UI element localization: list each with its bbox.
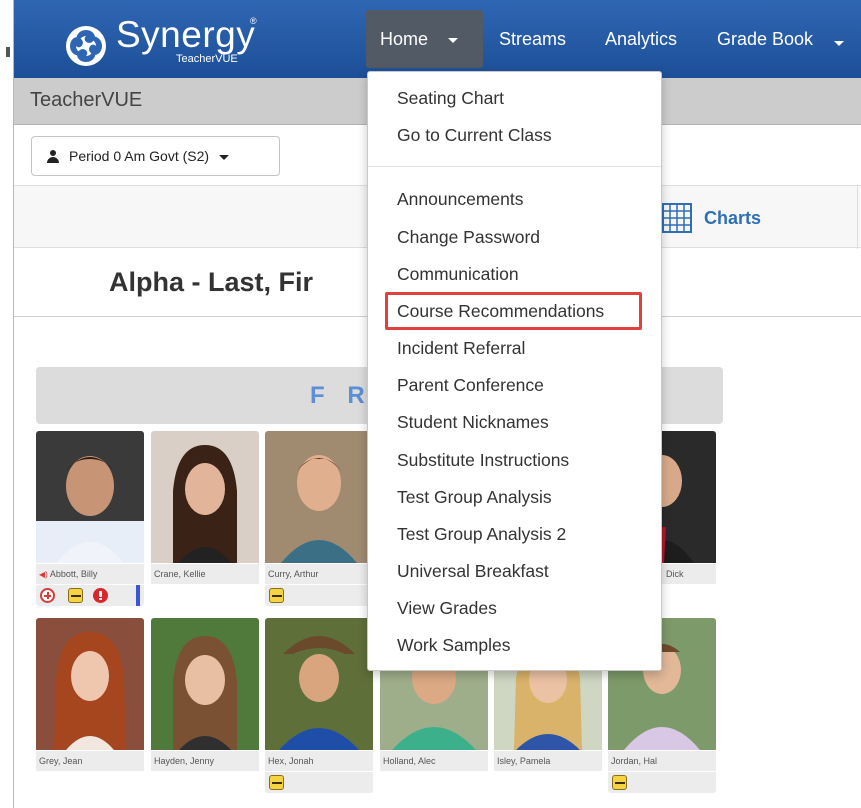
menu-item-substitute-instructions[interactable]: Substitute Instructions	[397, 449, 569, 471]
student-name: Jordan, Hal	[608, 751, 716, 771]
period-selector-label: Period 0 Am Govt (S2)	[69, 148, 210, 164]
charts-button[interactable]: Charts	[662, 203, 761, 233]
menu-item-parent-conference[interactable]: Parent Conference	[397, 374, 544, 396]
nav-streams[interactable]: Streams	[499, 28, 566, 50]
student-card[interactable]: Crane, Kellie	[151, 431, 259, 586]
menu-item-student-nicknames[interactable]: Student Nicknames	[397, 411, 549, 433]
student-photo	[265, 618, 373, 750]
bee-icon[interactable]	[68, 588, 83, 603]
app-title: TeacherVUE	[30, 89, 143, 111]
menu-item-test-group-analysis[interactable]: Test Group Analysis	[397, 486, 552, 508]
student-indicators	[608, 772, 716, 793]
student-photo	[36, 618, 144, 750]
top-navbar: Synergy ® TeacherVUE Home Streams Analyt…	[14, 0, 861, 78]
frame-marker	[6, 47, 10, 57]
student-name: Curry, Arthur	[265, 564, 373, 584]
alert-icon[interactable]	[93, 588, 108, 603]
student-photo	[265, 431, 373, 563]
menu-item-course-recommendations[interactable]: Course Recommendations	[397, 300, 604, 322]
toolbar-divider	[857, 186, 858, 249]
student-photo	[36, 431, 144, 563]
student-card[interactable]: Hayden, Jenny	[151, 618, 259, 773]
grid-icon	[662, 203, 692, 233]
bee-icon[interactable]	[269, 775, 284, 790]
nav-gradebook[interactable]: Grade Book	[717, 28, 845, 50]
bee-icon[interactable]	[612, 775, 627, 790]
brand-name: Synergy	[116, 14, 256, 55]
medical-plus-icon[interactable]	[40, 588, 55, 603]
menu-item-seating-chart[interactable]: Seating Chart	[397, 87, 504, 109]
nav-gradebook-label: Grade Book	[717, 29, 814, 49]
user-icon	[47, 149, 59, 163]
bee-icon[interactable]	[269, 588, 284, 603]
charts-label: Charts	[704, 207, 762, 228]
student-card[interactable]: Curry, Arthur	[265, 431, 373, 606]
front-label: F R	[310, 382, 373, 409]
student-name: Grey, Jean	[36, 751, 144, 771]
home-dropdown-menu: Seating Chart Go to Current Class Announ…	[367, 71, 662, 671]
student-photo	[151, 618, 259, 750]
brand-subtitle: TeacherVUE	[176, 53, 238, 65]
menu-item-work-samples[interactable]: Work Samples	[397, 634, 510, 656]
student-indicators	[36, 585, 144, 606]
nav-home-label: Home	[380, 28, 429, 49]
menu-item-universal-breakfast[interactable]: Universal Breakfast	[397, 560, 549, 582]
menu-item-view-grades[interactable]: View Grades	[397, 597, 497, 619]
student-indicators	[265, 585, 373, 606]
menu-item-change-password[interactable]: Change Password	[397, 226, 540, 248]
status-bar	[136, 585, 140, 606]
menu-item-current-class[interactable]: Go to Current Class	[397, 124, 552, 146]
synergy-logo[interactable]: Synergy ® TeacherVUE	[64, 14, 274, 70]
student-name: Crane, Kellie	[151, 564, 259, 584]
chevron-down-icon	[448, 37, 459, 43]
student-name: Hex, Jonah	[265, 751, 373, 771]
seating-chart-title: Alpha - Last, Fir	[109, 267, 314, 297]
student-card[interactable]: Grey, Jean	[36, 618, 144, 773]
menu-item-announcements[interactable]: Announcements	[397, 188, 523, 210]
student-name: Isley, Pamela	[494, 751, 602, 771]
menu-item-test-group-analysis-2[interactable]: Test Group Analysis 2	[397, 523, 566, 545]
speaker-icon: ◀)	[39, 570, 48, 579]
student-card[interactable]: ◀) Abbott, Billy	[36, 431, 144, 606]
nav-analytics[interactable]: Analytics	[605, 28, 677, 50]
chevron-down-icon	[834, 41, 845, 46]
student-name: Holland, Alec	[380, 751, 488, 771]
period-selector[interactable]: Period 0 Am Govt (S2)	[31, 136, 280, 176]
student-card[interactable]: Hex, Jonah	[265, 618, 373, 793]
student-indicators	[265, 772, 373, 793]
student-name: ◀) Abbott, Billy	[36, 564, 144, 584]
student-photo	[151, 431, 259, 563]
menu-item-incident-referral[interactable]: Incident Referral	[397, 337, 525, 359]
nav-home-dropdown[interactable]: Home	[366, 10, 483, 68]
menu-divider	[368, 166, 661, 167]
chevron-down-icon	[219, 154, 230, 160]
menu-item-communication[interactable]: Communication	[397, 263, 519, 285]
synergy-logo-icon	[66, 26, 106, 66]
student-name: Hayden, Jenny	[151, 751, 259, 771]
registered-mark: ®	[250, 16, 257, 26]
window-frame-edge	[0, 0, 14, 808]
